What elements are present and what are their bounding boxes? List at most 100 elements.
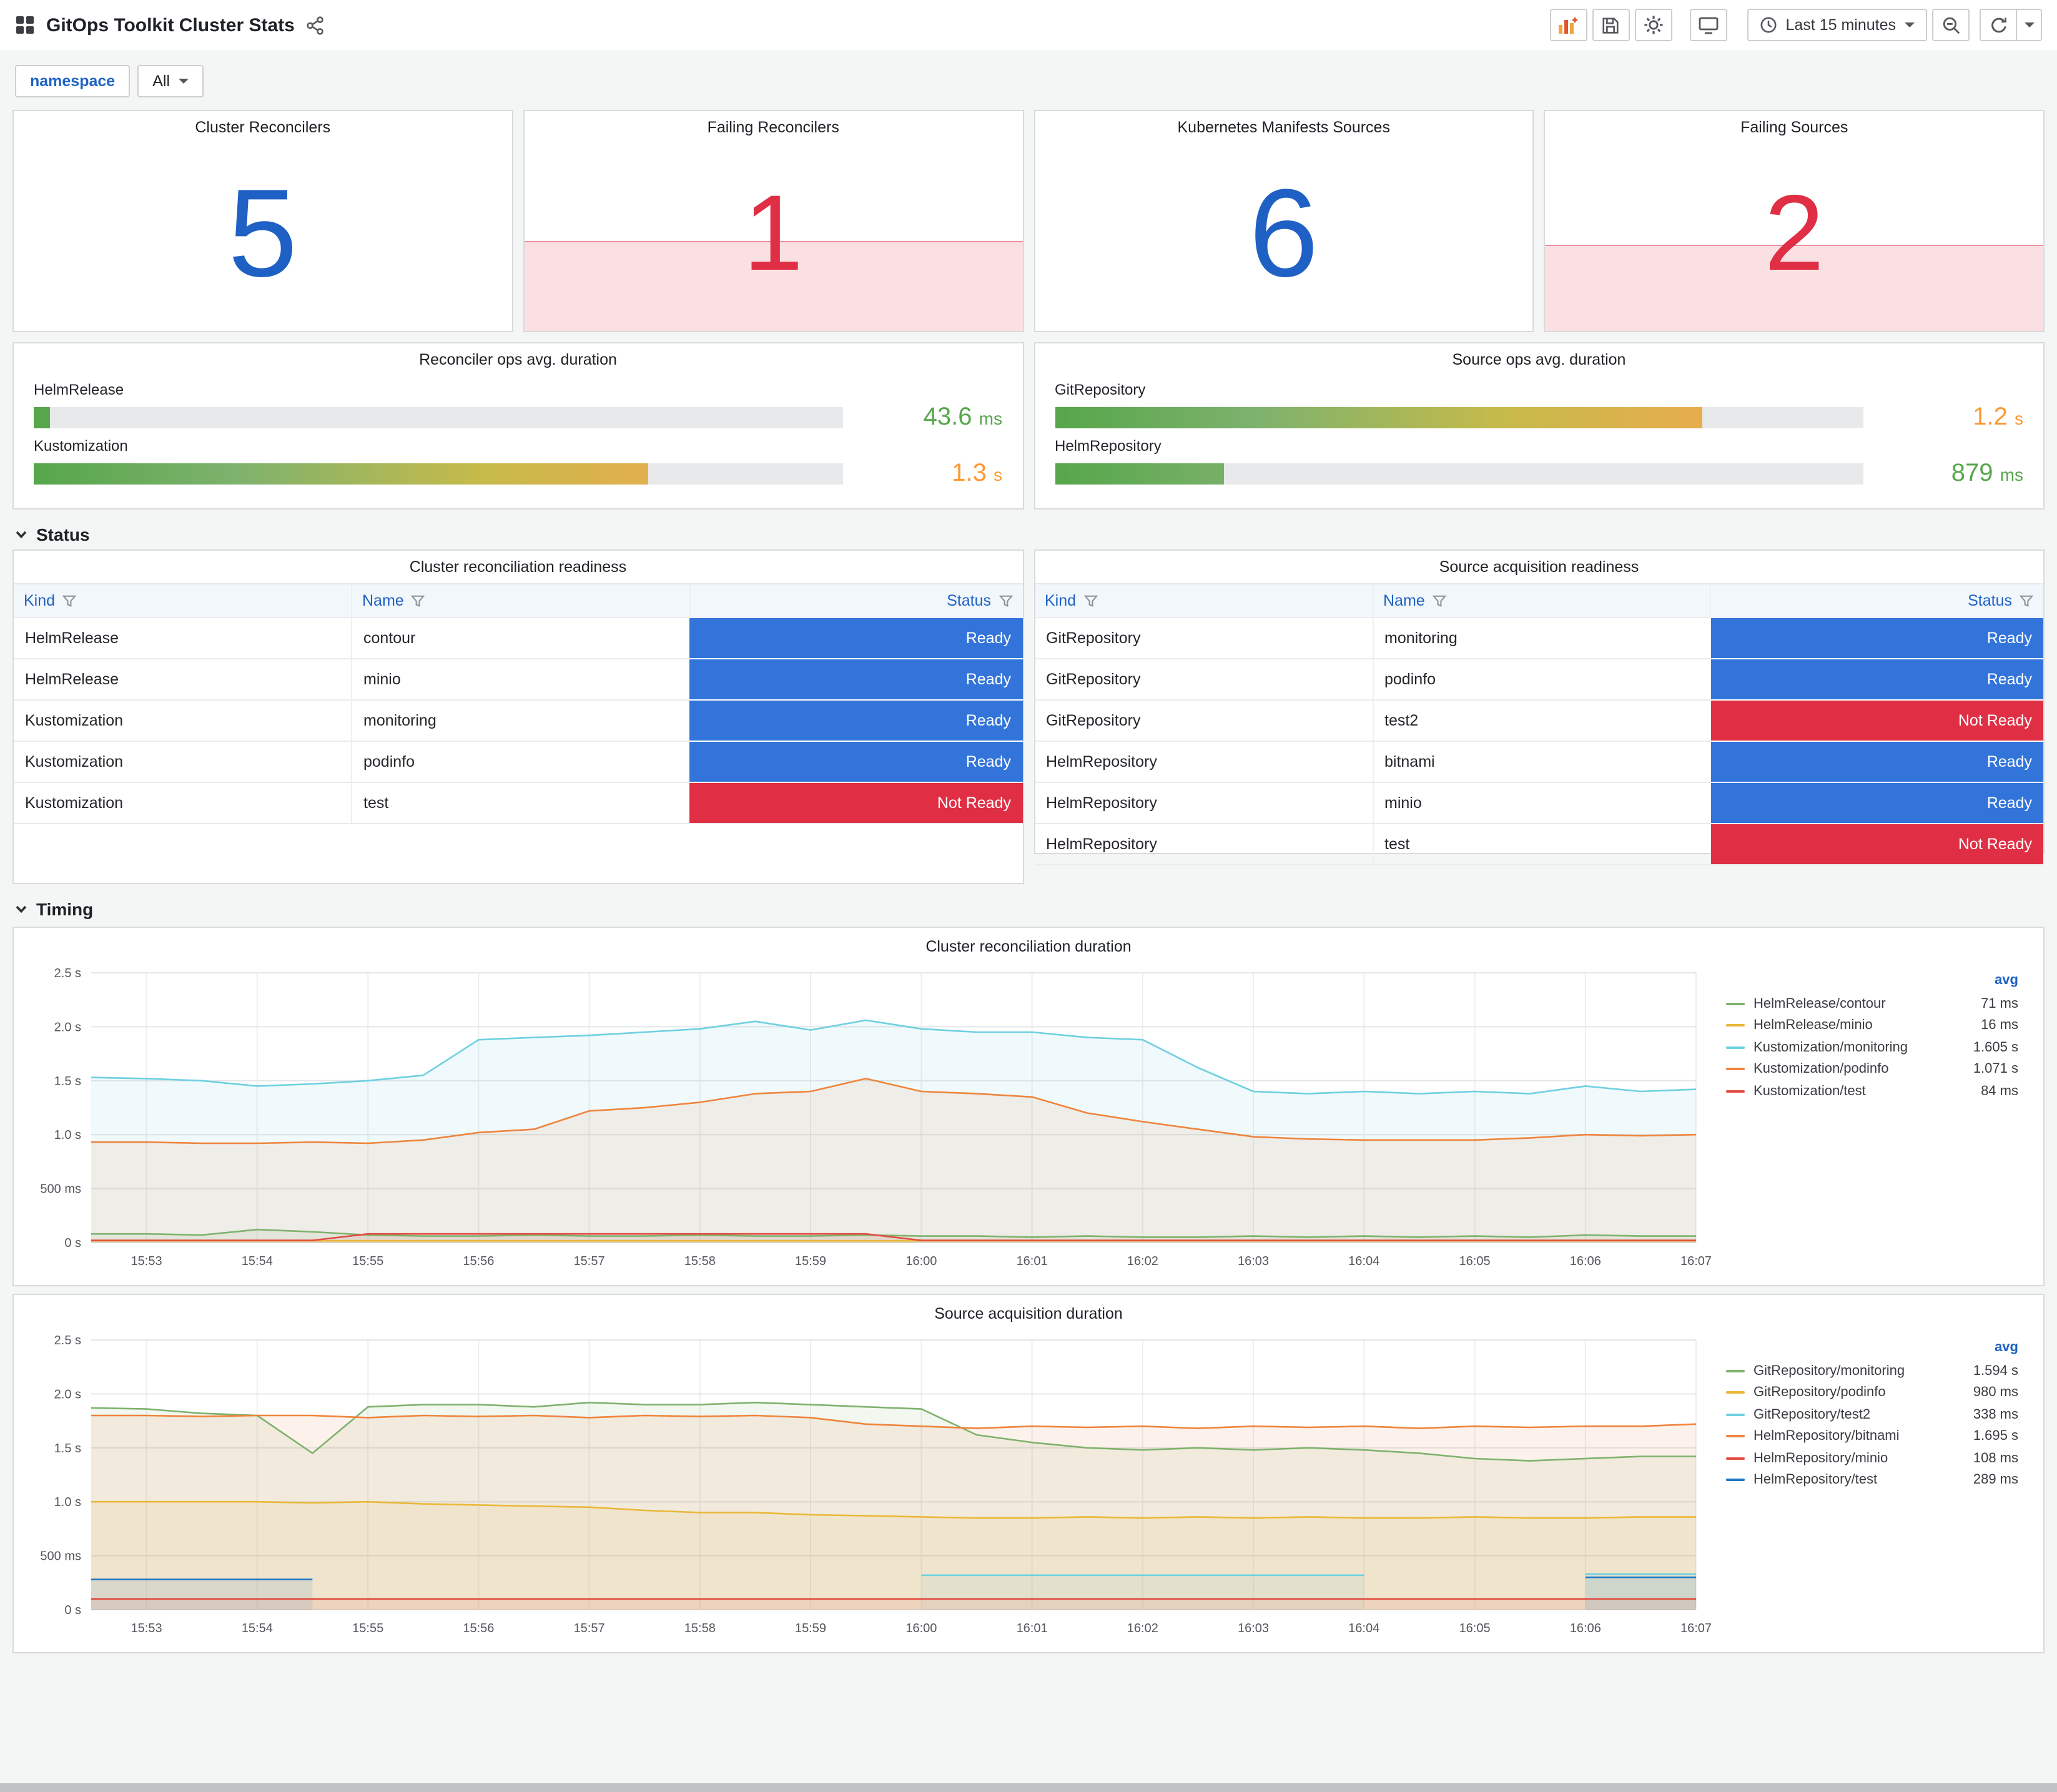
y-tick-label: 0 s — [64, 1236, 81, 1250]
section-row-timing[interactable]: Timing — [15, 899, 2042, 919]
filter-icon[interactable] — [999, 594, 1012, 608]
x-tick-label: 16:03 — [1238, 1254, 1269, 1268]
stat-value: 5 — [228, 164, 298, 303]
column-header-name[interactable]: Name — [351, 583, 689, 618]
y-tick-label: 500 ms — [40, 1183, 81, 1196]
x-tick-label: 15:56 — [463, 1622, 494, 1635]
legend-item[interactable]: HelmRelease/minio 16 ms — [1726, 1015, 2018, 1036]
cell-name: test — [1372, 823, 1710, 865]
legend-item[interactable]: HelmRepository/minio 108 ms — [1726, 1447, 2018, 1469]
panel-title[interactable]: Source ops avg. duration — [1055, 343, 2023, 376]
bar-gauge-track — [34, 407, 842, 428]
status-badge: Not Ready — [1710, 699, 2043, 741]
legend-item[interactable]: GitRepository/test2 338 ms — [1726, 1404, 2018, 1425]
series-color-swatch — [1726, 1391, 1745, 1394]
y-tick-label: 1.0 s — [54, 1128, 81, 1142]
time-series-plot[interactable]: 15:53 15:54 15:55 15:56 15:57 15:58 15:59 16:00… — [21, 963, 1714, 1275]
legend-item[interactable]: Kustomization/monitoring 1.605 s — [1726, 1036, 2018, 1058]
share-icon[interactable] — [306, 16, 325, 34]
legend-item[interactable]: Kustomization/podinfo 1.071 s — [1726, 1058, 2018, 1080]
status-badge: Ready — [689, 741, 1022, 782]
chart-legend: avg GitRepository/monitoring 1.594 s GitRe… — [1714, 1330, 2028, 1642]
stat-panel-failing-sources: Failing Sources 2 — [1544, 110, 2045, 332]
x-tick-label: 15:57 — [574, 1622, 605, 1635]
y-tick-label: 1.5 s — [54, 1442, 81, 1455]
cell-kind: HelmRelease — [14, 658, 352, 700]
stat-panels-row: Cluster Reconcilers 5 Failing Reconciler… — [12, 110, 2045, 332]
cell-name: test — [351, 782, 689, 824]
legend-series-name: HelmRepository/test — [1754, 1472, 1878, 1488]
x-tick-label: 16:01 — [1017, 1622, 1048, 1635]
variable-label-namespace[interactable]: namespace — [15, 65, 131, 97]
table-row: Kustomization monitoring Ready — [14, 699, 1022, 741]
gauge-label: GitRepository — [1055, 381, 1146, 398]
bar-gauge-fill — [34, 463, 649, 485]
panel-title[interactable]: Cluster reconciliation duration — [21, 930, 2036, 963]
filter-icon[interactable] — [411, 594, 425, 608]
refresh-button[interactable] — [1980, 9, 2017, 41]
legend-item[interactable]: Kustomization/test 84 ms — [1726, 1080, 2018, 1102]
column-header-status[interactable]: Status — [1710, 583, 2043, 618]
legend-series-name: GitRepository/monitoring — [1754, 1363, 1905, 1379]
gauge-label: HelmRelease — [34, 381, 124, 398]
legend-item[interactable]: HelmRepository/test 289 ms — [1726, 1469, 2018, 1491]
x-tick-label: 15:55 — [352, 1254, 383, 1268]
table-row: HelmRepository test Not Ready — [1035, 823, 2043, 865]
column-header-name[interactable]: Name — [1372, 583, 1710, 618]
legend-item[interactable]: GitRepository/monitoring 1.594 s — [1726, 1360, 2018, 1382]
column-header-kind[interactable]: Kind — [14, 583, 352, 618]
panel-title[interactable]: Cluster reconciliation readiness — [14, 551, 1022, 583]
legend-avg-value: 980 ms — [1973, 1385, 2018, 1401]
bar-gauge-fill — [34, 407, 50, 428]
status-badge: Not Ready — [689, 782, 1022, 824]
gauge-row: HelmRelease 43.6 ms — [34, 381, 1002, 432]
add-panel-button[interactable] — [1549, 9, 1587, 41]
bar-gauge-fill — [1055, 407, 1702, 428]
x-tick-label: 16:00 — [905, 1622, 937, 1635]
panel-title[interactable]: Source acquisition duration — [21, 1297, 2036, 1330]
time-picker-button[interactable]: Last 15 minutes — [1747, 9, 1927, 41]
gauge-value: 43.6 ms — [923, 403, 1002, 431]
time-series-plot[interactable]: 15:53 15:54 15:55 15:56 15:57 15:58 15:59 16:00… — [21, 1330, 1714, 1642]
chart-row: Source acquisition duration 15:53 15:54 15… — [12, 1294, 2045, 1653]
legend-item[interactable]: GitRepository/podinfo 980 ms — [1726, 1382, 2018, 1404]
legend-item[interactable]: HelmRepository/bitnami 1.695 s — [1726, 1425, 2018, 1447]
x-tick-label: 16:04 — [1348, 1254, 1379, 1268]
cell-kind: HelmRepository — [1035, 782, 1373, 824]
legend-item[interactable]: HelmRelease/contour 71 ms — [1726, 993, 2018, 1015]
table-row: Kustomization podinfo Ready — [14, 741, 1022, 782]
gauge-label: HelmRepository — [1055, 437, 1162, 455]
panel-source-acquisition-duration: Source acquisition duration 15:53 15:54 15… — [12, 1294, 2045, 1653]
filter-icon[interactable] — [1432, 594, 1446, 608]
x-tick-label: 15:54 — [242, 1622, 273, 1635]
variable-value-dropdown[interactable]: All — [137, 65, 204, 97]
gauge-value: 1.2 s — [1973, 403, 2023, 431]
table-row: HelmRepository minio Ready — [1035, 782, 2043, 824]
x-tick-label: 15:59 — [795, 1622, 826, 1635]
panel-title[interactable]: Source acquisition readiness — [1035, 551, 2043, 583]
legend-series-name: HelmRelease/minio — [1754, 1018, 1873, 1033]
legend-avg-header[interactable]: avg — [1726, 1340, 2018, 1360]
filter-icon[interactable] — [62, 594, 77, 608]
scrollbar-track[interactable] — [0, 1783, 2057, 1792]
dashboard-settings-button[interactable] — [1634, 9, 1672, 41]
time-range-label: Last 15 minutes — [1785, 16, 1897, 34]
table-row: Kustomization test Not Ready — [14, 782, 1022, 824]
table-row: GitRepository podinfo Ready — [1035, 658, 2043, 700]
series-color-swatch — [1726, 1435, 1745, 1438]
refresh-interval-dropdown[interactable] — [2017, 9, 2042, 41]
filter-icon[interactable] — [2020, 594, 2033, 608]
column-header-kind[interactable]: Kind — [1035, 583, 1373, 618]
column-header-status[interactable]: Status — [689, 583, 1022, 618]
section-title: Status — [36, 524, 90, 544]
dashboard-grid-icon[interactable] — [15, 15, 35, 35]
section-row-status[interactable]: Status — [15, 524, 2042, 544]
cycle-view-mode-button[interactable] — [1689, 9, 1727, 41]
chevron-down-icon — [16, 905, 27, 913]
series-fill — [91, 1415, 1696, 1610]
legend-avg-header[interactable]: avg — [1726, 973, 2018, 993]
filter-icon[interactable] — [1083, 594, 1098, 608]
panel-title[interactable]: Reconciler ops avg. duration — [34, 343, 1002, 376]
save-dashboard-button[interactable] — [1592, 9, 1630, 41]
zoom-out-button[interactable] — [1932, 9, 1970, 41]
